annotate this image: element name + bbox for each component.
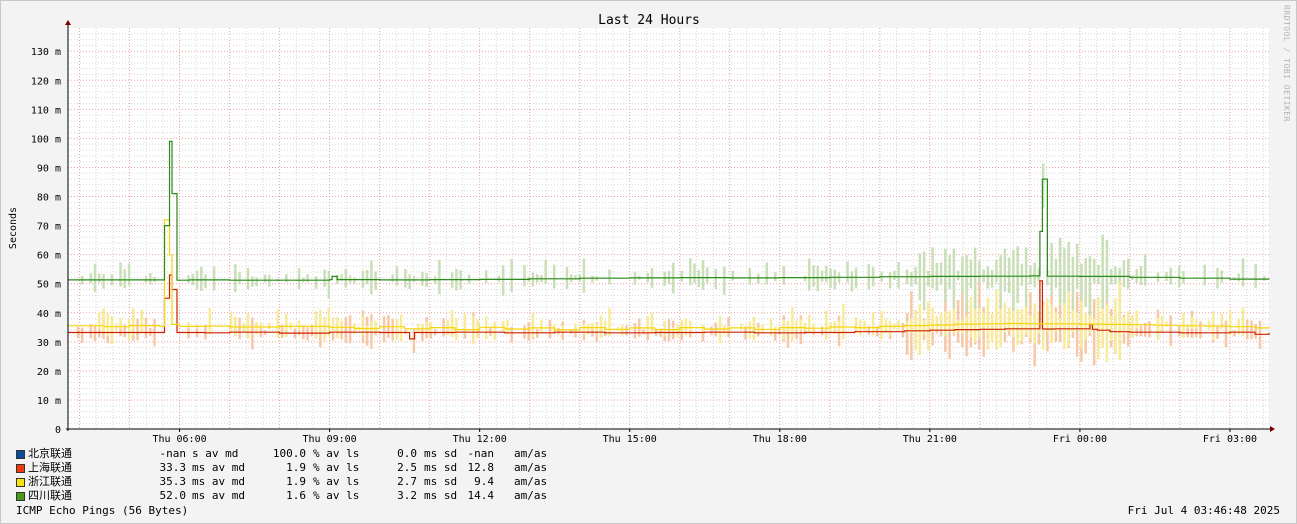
legend-unit-amas: am/as	[514, 447, 548, 460]
legend-value-loss: 1.6	[286, 489, 306, 502]
legend-unit-amas: am/as	[514, 489, 548, 502]
x-tick-label: Thu 09:00	[303, 434, 357, 445]
x-tick-label: Fri 03:00	[1203, 434, 1257, 445]
y-tick-labels: 0 10 m 20 m 30 m 40 m 50 m 60 m 70 m 80 m 90 m 100…	[31, 47, 61, 436]
legend-unit-sd: ms sd	[424, 489, 458, 502]
y-tick-label: 50 m	[37, 280, 61, 291]
legend-value-sd: 0.0	[397, 447, 417, 460]
legend-unit-loss: % av ls	[313, 447, 360, 460]
y-tick-label: 30 m	[37, 338, 61, 349]
legend-swatch	[16, 464, 25, 473]
legend-series-name: 浙江联通	[28, 475, 72, 488]
chart-frame: 0 10 m 20 m 30 m 40 m 50 m 60 m 70 m 80 m 90 m 100…	[0, 0, 1297, 524]
x-tick-label: Thu 18:00	[753, 434, 807, 445]
y-tick-label: 0	[55, 425, 61, 436]
legend-value-avg: 33.3	[159, 461, 187, 474]
legend-series-name: 上海联通	[28, 461, 72, 474]
y-tick-label: 10 m	[37, 396, 61, 407]
legend-value-avg: 52.0	[159, 489, 187, 502]
legend-row: 上海联通 33.3 ms av md 1.9 % av ls 2.5 ms sd 12.8 am…	[16, 461, 576, 475]
x-axis-arrow	[1270, 426, 1275, 432]
y-tick-label: 40 m	[37, 309, 61, 320]
legend-value-avg: 35.3	[159, 475, 187, 488]
legend-unit-loss: % av ls	[313, 461, 360, 474]
legend-value-amas: 12.8	[467, 461, 495, 474]
legend-value-sd: 3.2	[397, 489, 417, 502]
x-tick-label: Thu 21:00	[903, 434, 957, 445]
legend-unit-avg: s av md	[192, 447, 239, 460]
legend-value-amas: 9.4	[474, 475, 494, 488]
legend-unit-sd: ms sd	[424, 447, 458, 460]
legend-row: 北京联通 -nan s av md 100.0 % av ls 0.0 ms sd -nan a…	[16, 447, 576, 461]
legend-unit-avg: ms av md	[192, 489, 245, 502]
x-tick-label: Thu 06:00	[152, 434, 206, 445]
legend-unit-avg: ms av md	[192, 461, 245, 474]
legend-swatch	[16, 478, 25, 487]
x-tick-label: Fri 00:00	[1053, 434, 1107, 445]
legend-unit-sd: ms sd	[424, 461, 458, 474]
legend-unit-loss: % av ls	[313, 489, 360, 502]
legend-unit-loss: % av ls	[313, 475, 360, 488]
legend-value-loss: 1.9	[286, 461, 306, 474]
legend-value-avg: -nan	[159, 447, 187, 460]
y-tick-label: 80 m	[37, 193, 61, 204]
x-tick-label: Thu 15:00	[603, 434, 657, 445]
legend-value-amas: -nan	[467, 447, 495, 460]
y-axis-label: Seconds	[8, 207, 19, 249]
footer-timestamp: Fri Jul 4 03:46:48 2025	[1127, 504, 1280, 517]
y-tick-label: 90 m	[37, 163, 61, 174]
y-tick-label: 20 m	[37, 367, 61, 378]
y-tick-label: 110 m	[31, 105, 61, 116]
legend-unit-amas: am/as	[514, 461, 548, 474]
y-tick-label: 130 m	[31, 47, 61, 58]
watermark: RRDTOOL / TOBI OETIKER	[1282, 5, 1291, 122]
legend-unit-sd: ms sd	[424, 475, 458, 488]
legend-value-loss: 1.9	[286, 475, 306, 488]
legend-series-name: 北京联通	[28, 447, 72, 460]
legend-value-loss: 100.0	[272, 447, 306, 460]
x-tick-labels: Thu 06:00 Thu 09:00 Thu 12:00 Thu 15:00 Thu …	[152, 434, 1257, 445]
legend-series-name: 四川联通	[28, 489, 72, 502]
legend-unit-avg: ms av md	[192, 475, 245, 488]
legend-value-sd: 2.7	[397, 475, 417, 488]
y-tick-label: 120 m	[31, 76, 61, 87]
legend-value-sd: 2.5	[397, 461, 417, 474]
y-axis-arrow	[65, 20, 71, 25]
legend-unit-amas: am/as	[514, 475, 548, 488]
legend-row: 浙江联通 35.3 ms av md 1.9 % av ls 2.7 ms sd 9.4 am/…	[16, 475, 576, 489]
y-tick-label: 70 m	[37, 222, 61, 233]
y-tick-label: 100 m	[31, 134, 61, 145]
chart-canvas: 0 10 m 20 m 30 m 40 m 50 m 60 m 70 m 80 m 90 m 100…	[8, 13, 1275, 445]
x-tick-label: Thu 12:00	[453, 434, 507, 445]
plot-background	[68, 28, 1269, 429]
chart-title: Last 24 Hours	[598, 13, 700, 28]
y-tick-label: 60 m	[37, 251, 61, 262]
legend-swatch	[16, 492, 25, 501]
legend-swatch	[16, 450, 25, 459]
legend-value-amas: 14.4	[467, 489, 495, 502]
legend-row: 四川联通 52.0 ms av md 1.6 % av ls 3.2 ms sd 14.4 am…	[16, 489, 576, 503]
footer-probe-info: ICMP Echo Pings (56 Bytes)	[16, 504, 189, 517]
